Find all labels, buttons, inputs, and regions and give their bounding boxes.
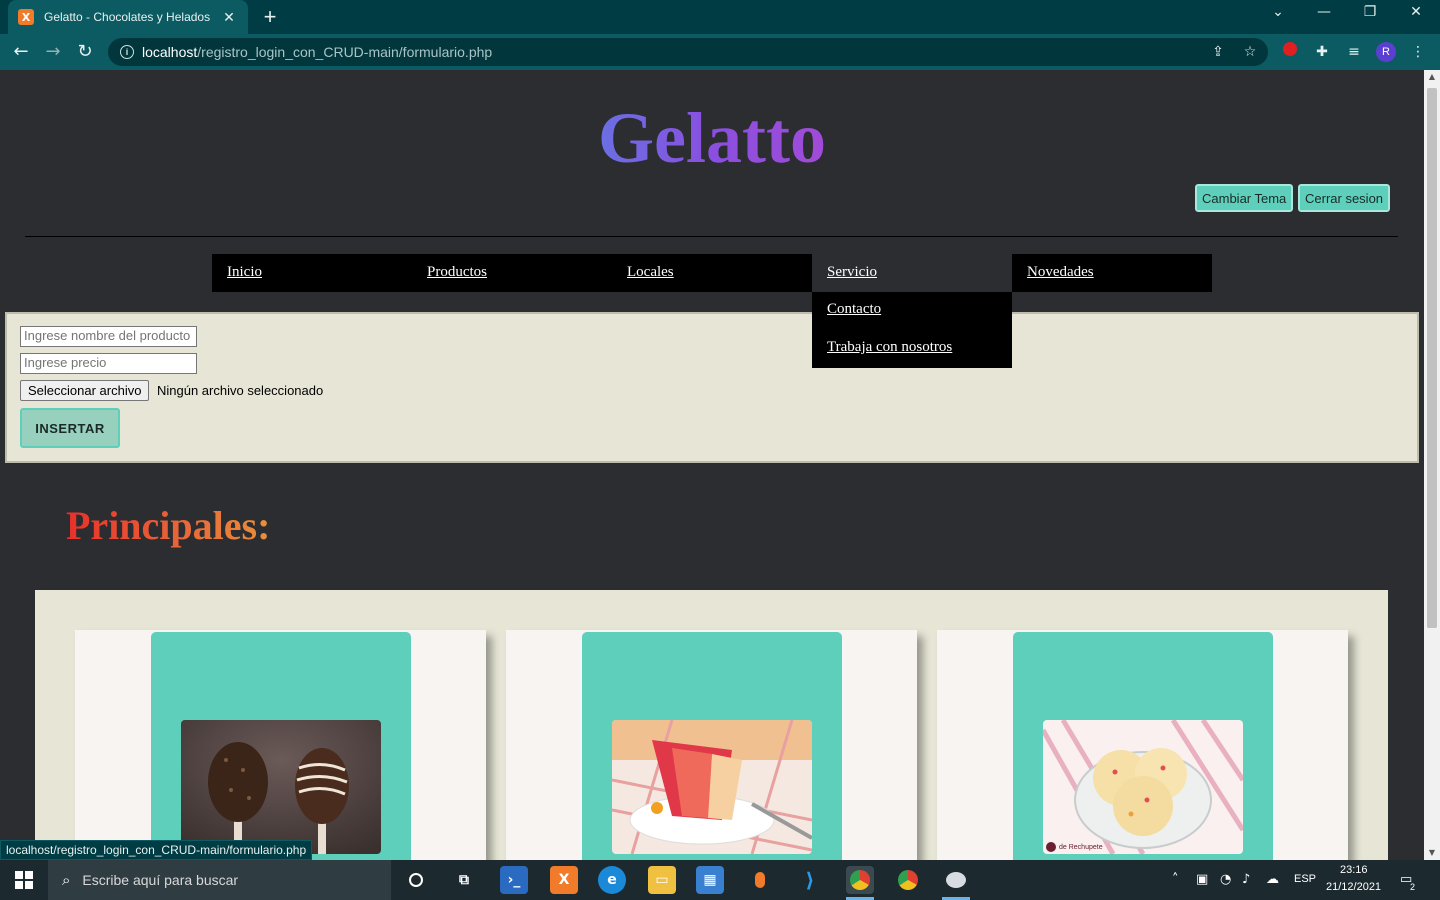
scroll-down-icon[interactable]: ▼ bbox=[1424, 846, 1440, 860]
link-status-bubble: localhost/registro_login_con_CRUD-main/f… bbox=[0, 840, 313, 860]
nav-item-inicio[interactable]: Inicio bbox=[212, 254, 412, 292]
page-viewport: Gelatto Cambiar Tema Cerrar sesion Inici… bbox=[0, 70, 1424, 860]
store-icon[interactable]: ▦ bbox=[696, 866, 724, 894]
paint-app-icon[interactable] bbox=[942, 866, 970, 894]
minimize-icon[interactable]: — bbox=[1304, 4, 1344, 20]
edge-icon[interactable]: e bbox=[598, 866, 626, 894]
product-card-body: de Rechupete bbox=[1013, 632, 1273, 860]
search-icon: ⌕ bbox=[62, 871, 71, 889]
kebab-menu-icon[interactable]: ⋮ bbox=[1408, 42, 1428, 62]
site-logo: Gelatto bbox=[0, 98, 1424, 178]
powershell-icon[interactable]: ›_ bbox=[500, 866, 528, 894]
product-card[interactable]: de Rechupete bbox=[937, 630, 1348, 860]
dropdown-item-trabaja[interactable]: Trabaja con nosotros bbox=[812, 330, 1012, 368]
ice-cream-cake-image bbox=[612, 720, 812, 854]
file-explorer-icon[interactable]: ▭ bbox=[648, 866, 676, 894]
address-bar[interactable]: i localhost/registro_login_con_CRUD-main… bbox=[108, 38, 1268, 66]
change-theme-button[interactable]: Cambiar Tema bbox=[1193, 183, 1295, 213]
meet-now-icon[interactable]: ▣ bbox=[1196, 872, 1208, 887]
chocolate-popsicles-image bbox=[181, 720, 381, 854]
close-window-icon[interactable]: ✕ bbox=[1396, 4, 1436, 20]
site-info-icon[interactable]: i bbox=[120, 45, 134, 59]
chrome-icon[interactable] bbox=[894, 866, 922, 894]
forward-arrow-icon[interactable]: → bbox=[40, 40, 66, 64]
bookmark-star-icon[interactable]: ☆ bbox=[1240, 42, 1260, 62]
profile-avatar[interactable]: R bbox=[1376, 42, 1396, 62]
tray-chevron-icon[interactable]: ˄ bbox=[1172, 872, 1179, 887]
share-icon[interactable]: ⇪ bbox=[1208, 42, 1228, 62]
cortana-icon[interactable] bbox=[402, 866, 430, 894]
xampp-favicon-icon: X bbox=[18, 9, 34, 25]
product-price-input[interactable]: Ingrese precio bbox=[20, 353, 197, 374]
xampp-icon[interactable]: X bbox=[550, 866, 578, 894]
extension-red-icon[interactable] bbox=[1280, 42, 1300, 62]
header-divider bbox=[25, 236, 1398, 237]
taskbar-search-box[interactable]: ⌕ Escribe aquí para buscar bbox=[48, 860, 391, 900]
restore-icon[interactable]: ❐ bbox=[1350, 4, 1390, 20]
url-path: /registro_login_con_CRUD-main/formulario… bbox=[197, 44, 493, 60]
nav-item-novedades[interactable]: Novedades bbox=[1012, 254, 1212, 292]
page-scrollbar[interactable]: ▲ ▼ bbox=[1424, 70, 1440, 860]
chrome-profile-icon[interactable] bbox=[846, 866, 874, 894]
tab-title: Gelatto - Chocolates y Helados bbox=[44, 10, 211, 24]
tab-strip: X Gelatto - Chocolates y Helados ✕ + ⌄ —… bbox=[0, 0, 1440, 34]
servicio-dropdown: Contacto Trabaja con nosotros bbox=[812, 292, 1012, 368]
products-grid: de Rechupete bbox=[35, 590, 1388, 860]
tab-search-chevron-icon[interactable]: ⌄ bbox=[1258, 4, 1298, 20]
logout-button[interactable]: Cerrar sesion bbox=[1296, 183, 1392, 213]
insert-button[interactable]: INSERTAR bbox=[20, 408, 120, 448]
nav-item-servicio[interactable]: Servicio bbox=[812, 254, 1012, 292]
clock-time[interactable]: 23:16 bbox=[1340, 864, 1368, 876]
product-card[interactable] bbox=[75, 630, 486, 860]
taskbar-search-placeholder: Escribe aquí para buscar bbox=[82, 872, 239, 888]
dropdown-item-contacto[interactable]: Contacto bbox=[812, 292, 1012, 330]
product-name-input[interactable]: Ingrese nombre del producto bbox=[20, 326, 197, 347]
extensions-puzzle-icon[interactable]: ✚ bbox=[1312, 42, 1332, 62]
vscode-icon[interactable]: ⟩ bbox=[796, 866, 824, 894]
tab-close-icon[interactable]: ✕ bbox=[220, 9, 238, 26]
windows-taskbar: ⌕ Escribe aquí para buscar ⧉ ›_ X e ▭ ▦ … bbox=[0, 860, 1440, 900]
windows-start-icon[interactable] bbox=[0, 860, 48, 900]
ice-cream-bowl-image: de Rechupete bbox=[1043, 720, 1243, 854]
product-card-body bbox=[151, 632, 411, 860]
clock-date[interactable]: 21/12/2021 bbox=[1326, 881, 1381, 893]
volume-icon[interactable]: ♪ bbox=[1242, 872, 1250, 887]
browser-toolbar: ← → ↻ i localhost/registro_login_con_CRU… bbox=[0, 34, 1440, 70]
choose-file-button[interactable]: Seleccionar archivo bbox=[20, 380, 150, 401]
nav-item-productos[interactable]: Productos bbox=[412, 254, 612, 292]
scroll-thumb[interactable] bbox=[1427, 88, 1437, 628]
microphone-app-icon[interactable] bbox=[746, 866, 774, 894]
section-title: Principales: bbox=[66, 503, 271, 548]
product-form: Ingrese nombre del producto Ingrese prec… bbox=[5, 312, 1419, 463]
reading-list-icon[interactable]: ≡ bbox=[1344, 42, 1364, 62]
watermark-text: de Rechupete bbox=[1059, 844, 1103, 851]
product-card-body bbox=[582, 632, 842, 860]
browser-tab[interactable]: X Gelatto - Chocolates y Helados ✕ bbox=[8, 0, 248, 34]
language-indicator[interactable]: ESP bbox=[1294, 873, 1316, 885]
wifi-icon[interactable]: ◔ bbox=[1220, 872, 1231, 887]
url-host: localhost bbox=[142, 44, 198, 60]
main-nav: Inicio Productos Locales Servicio Noveda… bbox=[212, 254, 1212, 292]
file-status: Ningún archivo seleccionado bbox=[157, 383, 324, 398]
onedrive-cloud-icon[interactable]: ☁ bbox=[1266, 872, 1279, 887]
product-card[interactable] bbox=[506, 630, 917, 860]
reload-icon[interactable]: ↻ bbox=[72, 40, 98, 64]
scroll-up-icon[interactable]: ▲ bbox=[1424, 70, 1440, 84]
new-tab-icon[interactable]: + bbox=[258, 4, 282, 30]
notification-count: 2 bbox=[1410, 882, 1416, 892]
back-arrow-icon[interactable]: ← bbox=[8, 40, 34, 64]
nav-item-locales[interactable]: Locales bbox=[612, 254, 812, 292]
task-view-icon[interactable]: ⧉ bbox=[450, 866, 478, 894]
